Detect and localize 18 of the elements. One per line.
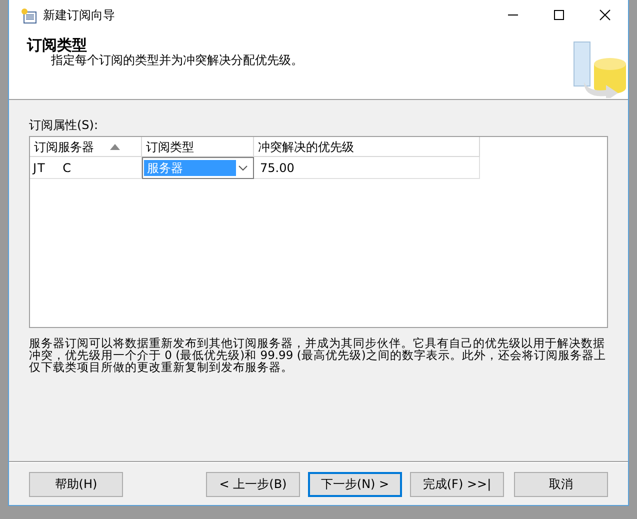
column-header[interactable]: 订阅类型 [146,138,194,156]
wizard-button[interactable]: 取消 [514,472,608,496]
table-cell-text: 75.00 [260,160,294,176]
grid-label: 订阅属性(S): [29,117,100,134]
wizard-button[interactable]: 帮助(H) [29,472,123,496]
table-cell-text: JT C [33,160,72,176]
chevron-down-icon [238,165,248,171]
sort-ascending-icon [110,144,120,150]
column-header[interactable]: 订阅服务器 [34,138,94,156]
wizard-button[interactable]: 下一步(N) > [308,472,402,496]
wizard-button[interactable]: 完成(F) >>| [410,472,504,496]
column-header[interactable]: 冲突解决的优先级 [258,138,354,156]
description-text: 服务器订阅可以将数据重新发布到其他订阅服务器，并成为其同步伙伴。它具有自己的优先级以用于解决数据冲突，优先级用一个介于 0 (最低优先级)和 99.99 (最高优先级)之间的数字表示。此外，还会将订阅服务器上仅下载类项目所做的更改重新复制到发布服务器。 [29,337,607,374]
window-title: 新建订阅向导 [43,7,115,24]
wizard-button[interactable]: < 上一步(B) [206,472,300,496]
app-icon [21,8,37,24]
page-title: 订阅类型 [26,35,88,53]
page-subtitle: 指定每个订阅的类型并为冲突解决分配优先级。 [50,53,304,68]
